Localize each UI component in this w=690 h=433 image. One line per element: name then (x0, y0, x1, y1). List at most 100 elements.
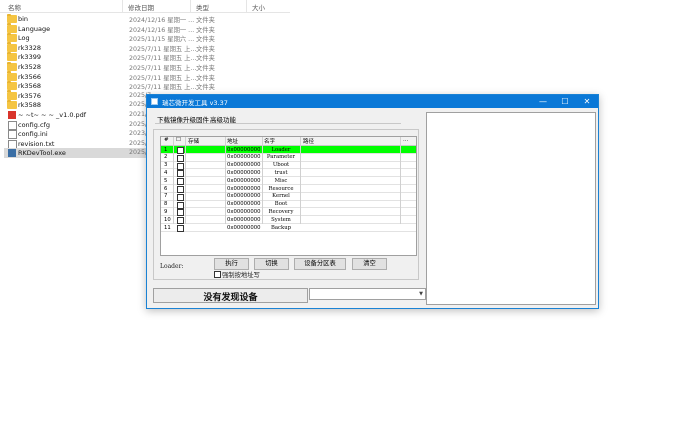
table-row[interactable]: 1 0x00000000 Loader (161, 146, 416, 154)
run-button[interactable]: 执行 (214, 258, 249, 270)
folder-icon (7, 23, 17, 33)
file-row[interactable]: rk3568 2025/7/11 星期五 上... 文件夹 (4, 80, 290, 91)
log-output-panel[interactable] (426, 112, 596, 305)
table-row[interactable]: 9 0x00000000 Recovery (161, 208, 416, 217)
header-browse: ... (403, 137, 409, 143)
table-row[interactable]: 3 0x00000000 Uboot (161, 162, 416, 170)
file-name: Language (18, 24, 51, 33)
row-name: Misc (274, 177, 288, 184)
file-row[interactable]: Language 2024/12/16 星期一 ... 文件夹 (4, 23, 290, 34)
file-row[interactable]: rk3528 2025/7/11 星期五 上... 文件夹 (4, 61, 290, 72)
header-address: 地址 (227, 139, 239, 145)
row-checkbox[interactable] (177, 225, 184, 232)
row-name: Resource (268, 185, 294, 192)
row-name: Kernel (272, 193, 290, 200)
minimize-button[interactable]: — (532, 95, 554, 108)
column-name[interactable]: 名称 (8, 2, 21, 12)
table-row[interactable]: 5 0x00000000 Misc (161, 177, 416, 186)
file-name: rk3399 (18, 53, 41, 62)
row-address[interactable]: 0x00000000 (227, 225, 260, 231)
file-name: config.cfg (18, 120, 50, 129)
chevron-down-icon[interactable]: ▼ (417, 289, 425, 299)
switch-button[interactable]: 切换 (254, 258, 289, 270)
table-row[interactable]: 11 0x00000000 Backup (161, 224, 416, 232)
file-name: rk3576 (18, 91, 41, 100)
row-address[interactable]: 0x00000000 (227, 162, 260, 168)
pdf-icon (8, 111, 16, 119)
clear-button[interactable]: 清空 (352, 258, 387, 270)
table-row[interactable]: 6 0x00000000 Resource (161, 185, 416, 193)
row-number: 1 (164, 146, 168, 153)
row-address[interactable]: 0x00000000 (227, 178, 260, 184)
file-name: rk3328 (18, 43, 41, 52)
row-address[interactable]: 0x00000000 (227, 201, 260, 207)
file-name: Log (18, 34, 30, 43)
file-row[interactable]: bin 2024/12/16 星期一 ... 文件夹 (4, 13, 290, 24)
column-type[interactable]: 类型 (196, 2, 209, 12)
status-bar: 没有发现设备 (153, 288, 308, 303)
header-storage: 存储 (188, 139, 200, 145)
row-number: 10 (164, 216, 171, 223)
row-address[interactable]: 0x00000000 (227, 147, 260, 153)
row-address[interactable]: 0x00000000 (227, 209, 260, 215)
folder-icon (7, 51, 17, 62)
header-path: 路径 (303, 139, 315, 145)
folder-icon (7, 80, 17, 91)
file-row[interactable]: Log 2025/11/15 星期六 ... 文件夹 (4, 32, 290, 43)
maximize-button[interactable]: ☐ (554, 95, 576, 108)
row-address[interactable]: 0x00000000 (227, 170, 260, 176)
row-name: Uboot (272, 162, 290, 169)
folder-icon (7, 71, 17, 81)
column-divider (400, 137, 401, 224)
title-bar[interactable]: 瑞芯微开发工具 v3.37 — ☐ ✕ (147, 95, 598, 108)
file-name: rk3568 (18, 82, 41, 91)
row-address[interactable]: 0x00000000 (227, 193, 260, 199)
file-row[interactable]: rk3328 2025/7/11 星期五 上... 文件夹 (4, 42, 290, 53)
row-number: 3 (164, 162, 168, 169)
row-address[interactable]: 0x00000000 (227, 186, 260, 192)
folder-icon (7, 13, 17, 23)
force-write-checkbox[interactable] (214, 271, 221, 278)
row-address[interactable]: 0x00000000 (227, 154, 260, 160)
row-name: System (271, 216, 291, 223)
column-separator[interactable] (190, 0, 191, 12)
row-name: trust (274, 169, 288, 176)
row-number: 11 (164, 224, 171, 231)
header-check-all[interactable]: ☐ (176, 137, 181, 143)
row-name: Boot (274, 201, 288, 208)
table-row[interactable]: 4 0x00000000 trust (161, 169, 416, 178)
column-divider (262, 137, 263, 224)
row-address[interactable]: 0x00000000 (227, 217, 260, 223)
table-row[interactable]: 8 0x00000000 Boot (161, 201, 416, 209)
file-name: bin (18, 15, 29, 23)
column-size[interactable]: 大小 (252, 2, 265, 12)
column-divider (185, 137, 186, 224)
column-date[interactable]: 修改日期 (128, 2, 154, 12)
column-separator[interactable] (122, 0, 123, 12)
exe-icon (8, 149, 16, 158)
row-name: Parameter (266, 154, 296, 161)
table-row[interactable]: 2 0x00000000 Parameter (161, 154, 416, 162)
row-number: 8 (164, 201, 168, 208)
table-row[interactable]: 10 0x00000000 System (161, 216, 416, 225)
file-row[interactable]: rk3566 2025/7/11 星期五 上... 文件夹 (4, 71, 290, 82)
row-number: 9 (164, 208, 168, 215)
tab-divider (155, 123, 401, 124)
column-separator[interactable] (246, 0, 247, 12)
close-button[interactable]: ✕ (576, 95, 598, 108)
row-number: 2 (164, 154, 168, 161)
file-row[interactable]: rk3399 2025/7/11 星期五 上... 文件夹 (4, 51, 290, 62)
partition-table: # ☐ 存储 地址 名字 路径 ... 1 0x00000000 Loader 2 0x… (160, 136, 417, 256)
row-number: 7 (164, 193, 168, 200)
table-row[interactable]: 7 0x00000000 Kernel (161, 193, 416, 201)
device-select[interactable]: ▼ (309, 288, 426, 300)
row-number: 6 (164, 185, 168, 192)
rkdevtool-window: 瑞芯微开发工具 v3.37 — ☐ ✕ 下载镜像 升级固件 高级功能 # ☐ 存… (146, 94, 599, 309)
column-divider (173, 137, 174, 224)
file-name: revision.txt (18, 139, 55, 148)
file-name: rk3588 (18, 101, 41, 110)
folder-icon (7, 90, 17, 100)
app-icon (151, 98, 158, 105)
partition-table-button[interactable]: 设备分区表 (294, 258, 346, 270)
column-divider (300, 137, 301, 224)
